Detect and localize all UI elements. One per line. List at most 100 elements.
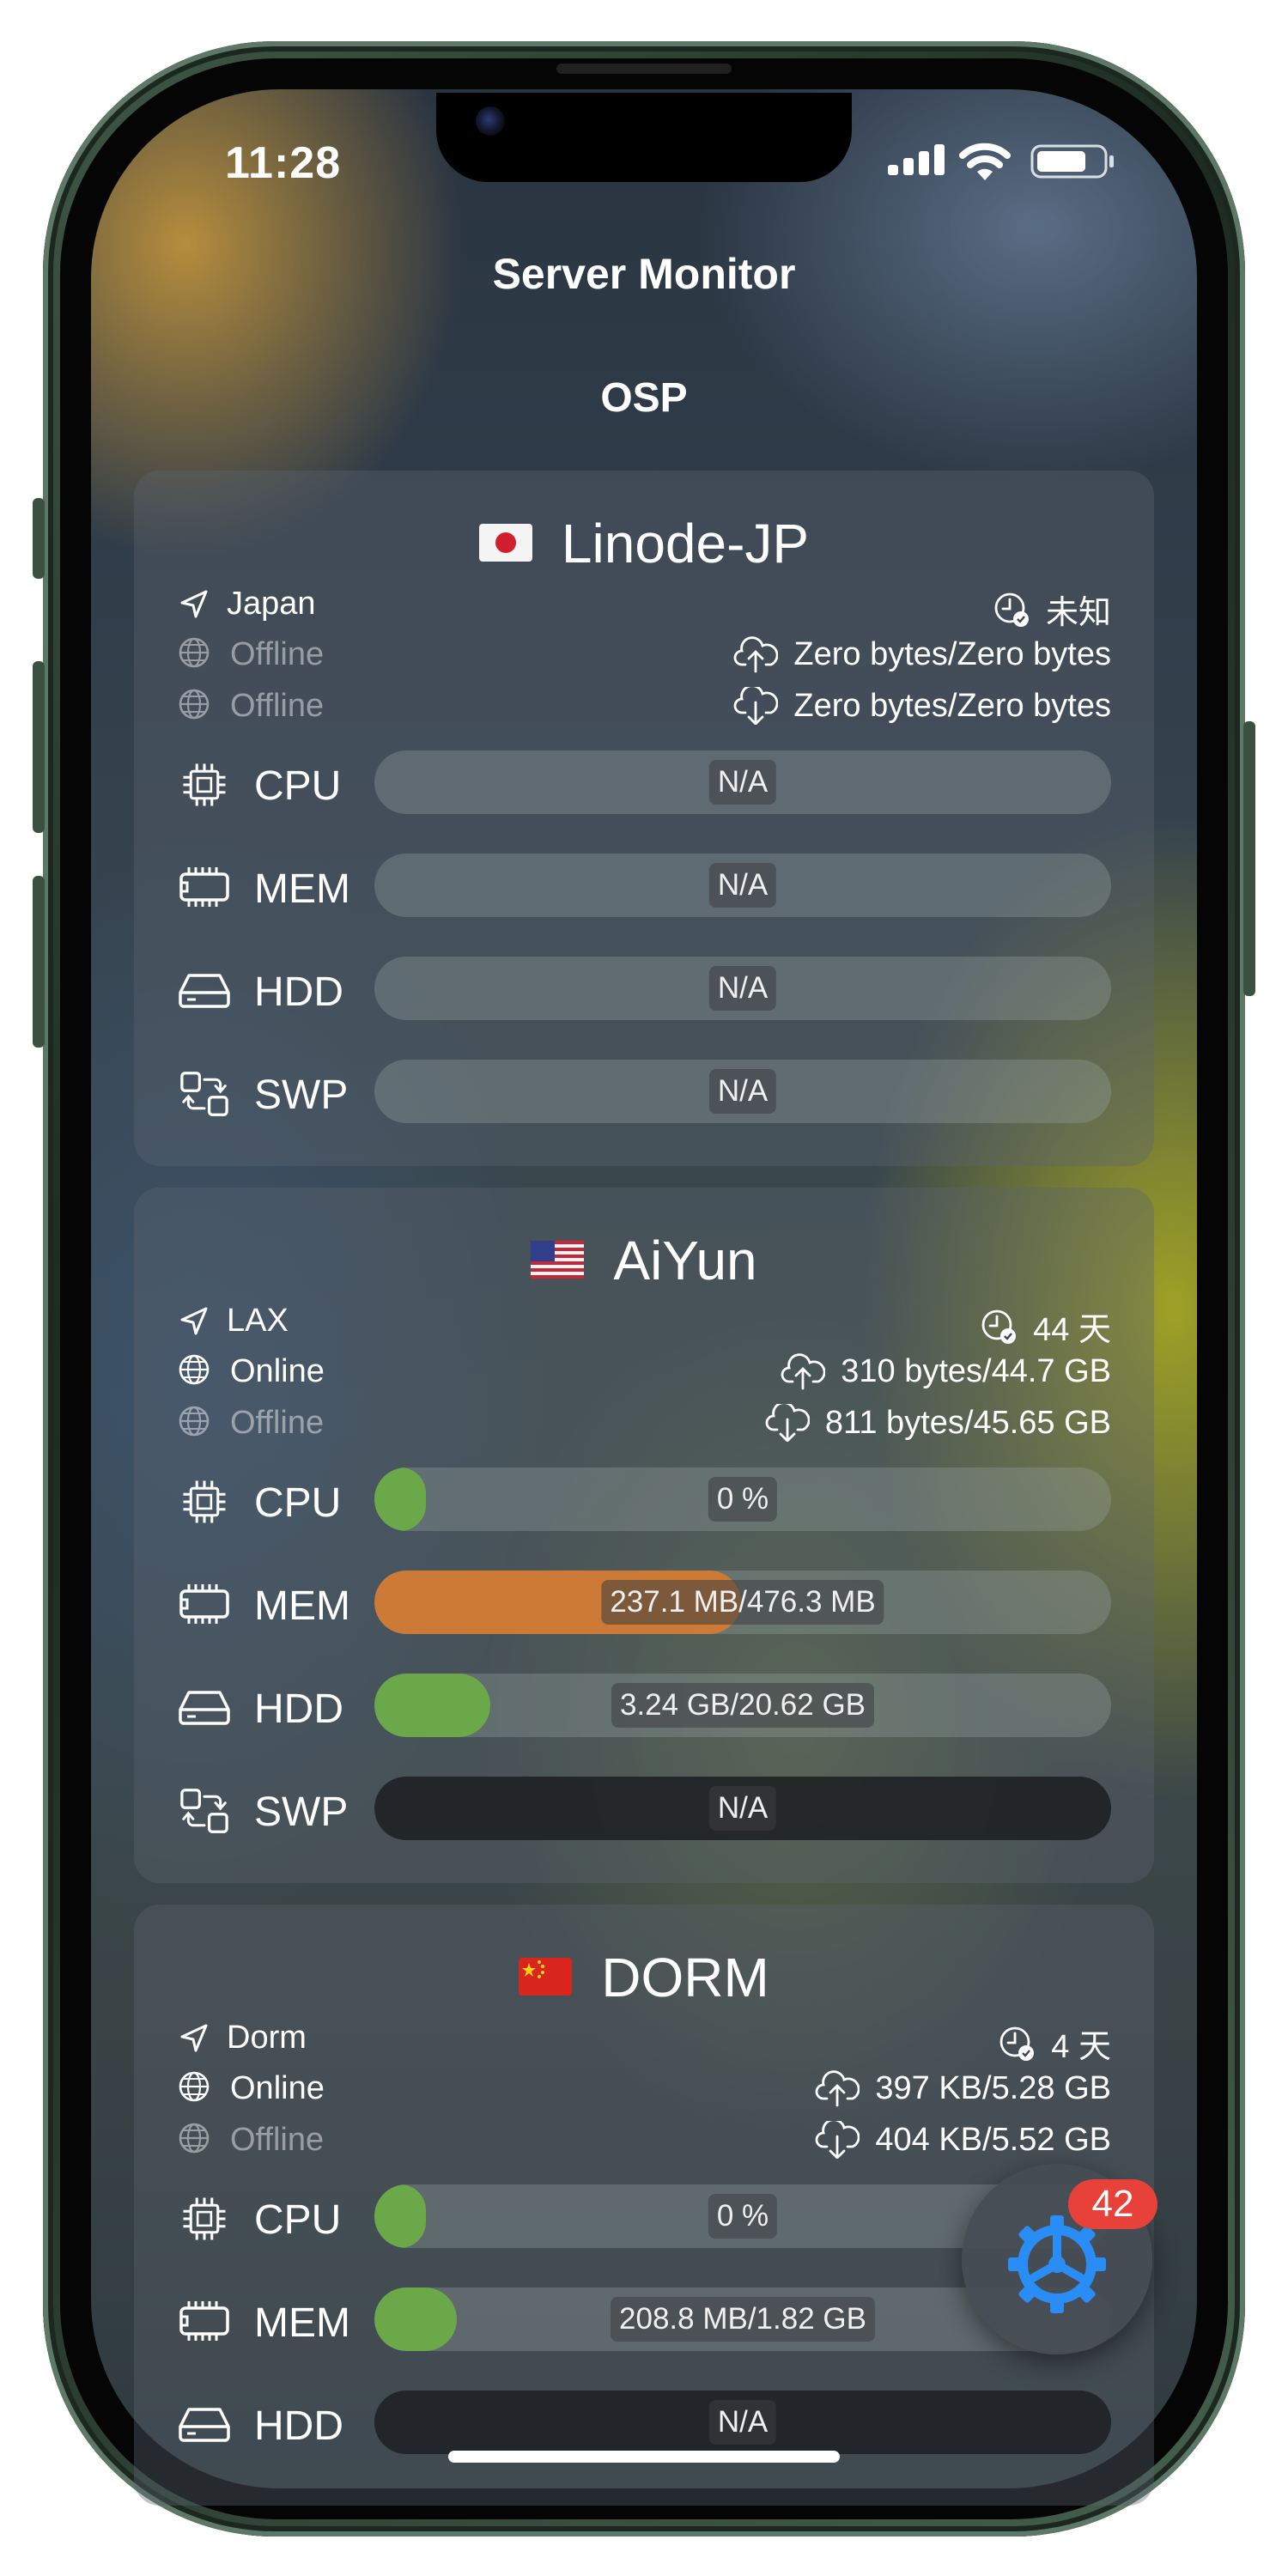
ipv4-globe-icon [177, 2069, 215, 2107]
hdd-value: N/A [708, 2400, 777, 2445]
uptime-text: 44 天 [1033, 1312, 1111, 1348]
swap-icon [177, 1787, 232, 1835]
ipv6-globe-icon [177, 687, 215, 725]
ipv6-row: Offline Zero bytes/Zero bytes [177, 687, 1111, 728]
swp-meter: SWP N/A [177, 1060, 1111, 1125]
swp-label: SWP [254, 1072, 349, 1118]
server-card-aiyun[interactable]: AiYun LAX 44 天 Online 310 bytes/44.7 GB … [134, 1188, 1154, 1883]
traffic-down-text: Zero bytes/Zero bytes [793, 687, 1111, 724]
cpu-value: 0 % [708, 2194, 778, 2239]
traffic-down-text: 811 bytes/45.65 GB [824, 1404, 1111, 1441]
notch [436, 93, 852, 182]
ipv6-status: Offline [230, 2121, 325, 2158]
cpu-label: CPU [254, 763, 342, 809]
disk-icon [177, 2401, 232, 2449]
upload-cloud-icon [781, 1352, 825, 1390]
server-name: AiYun [613, 1230, 757, 1291]
mem-meter: MEM 237.1 MB/476.3 MB [177, 1571, 1111, 1636]
speaker-grille [556, 64, 732, 74]
hdd-meter: HDD N/A [177, 957, 1111, 1022]
download-cloud-icon [733, 687, 778, 725]
mem-label: MEM [254, 2300, 350, 2346]
wifi-icon [959, 143, 1011, 180]
memory-icon [177, 1581, 232, 1629]
location-arrow-icon [177, 1304, 211, 1339]
mem-value: 237.1 MB/476.3 MB [601, 1580, 884, 1625]
hdd-label: HDD [254, 2403, 343, 2449]
ipv4-globe-icon [177, 635, 215, 673]
server-title: AiYun [134, 1229, 1154, 1292]
location-row: LAX 44 天 [177, 1303, 1111, 1348]
traffic-up-text: 310 bytes/44.7 GB [841, 1352, 1111, 1389]
cellular-signal-icon [888, 144, 945, 175]
upload-cloud-icon [733, 635, 778, 673]
disk-icon [177, 967, 232, 1015]
cpu-bar: 0 % [374, 1467, 1111, 1531]
uptime-clock-icon [998, 2025, 1036, 2063]
app-title: Server Monitor [492, 250, 796, 298]
ipv6-globe-icon [177, 2121, 215, 2159]
ipv4-status: Online [230, 2069, 325, 2106]
usa-flag-icon [531, 1241, 585, 1279]
traffic-up-text: 397 KB/5.28 GB [875, 2069, 1111, 2106]
ipv4-status: Online [230, 1352, 325, 1389]
battery-icon [1030, 144, 1114, 179]
server-title: DORM [134, 1946, 1154, 2009]
traffic-up-text: Zero bytes/Zero bytes [793, 635, 1111, 672]
mem-value: 208.8 MB/1.82 GB [611, 2297, 875, 2342]
hdd-label: HDD [254, 1686, 343, 1732]
home-indicator[interactable] [448, 2451, 840, 2463]
cpu-meter: CPU 0 % [177, 1467, 1111, 1533]
location-text: Japan [227, 586, 316, 622]
hdd-meter: HDD 3.24 GB/20.62 GB [177, 1674, 1111, 1739]
uptime-text: 4 天 [1051, 2029, 1111, 2065]
swap-icon [177, 1070, 232, 1118]
download-cloud-icon [815, 2121, 860, 2159]
status-time: 11:28 [225, 138, 342, 188]
notification-badge: 42 [1068, 2179, 1157, 2229]
server-name: DORM [601, 1947, 769, 2008]
volume-down-button [33, 876, 45, 1048]
power-button [1243, 721, 1255, 996]
hdd-value: N/A [708, 966, 777, 1011]
cpu-icon [177, 761, 232, 809]
hdd-bar: 3.24 GB/20.62 GB [374, 1674, 1111, 1737]
swp-meter: SWP N/A [177, 1777, 1111, 1842]
hdd-value: 3.24 GB/20.62 GB [611, 1683, 875, 1728]
upload-cloud-icon [815, 2069, 860, 2107]
location-row: Dorm 4 天 [177, 2020, 1111, 2065]
cpu-bar-fill [374, 1467, 427, 1531]
server-card-linode-jp[interactable]: Linode-JP Japan 未知 Offline Zero bytes/Ze… [134, 471, 1154, 1166]
hdd-bar: N/A [374, 2391, 1111, 2454]
uptime-text: 未知 [1045, 595, 1111, 631]
mem-label: MEM [254, 1583, 350, 1629]
ipv4-status: Offline [230, 635, 325, 672]
uptime-clock-icon [980, 1308, 1018, 1346]
location-arrow-icon [177, 587, 211, 622]
japan-flag-icon [478, 524, 532, 562]
cpu-label: CPU [254, 1480, 342, 1526]
ipv6-row: Offline 811 bytes/45.65 GB [177, 1404, 1111, 1445]
swp-value: N/A [708, 1786, 777, 1831]
mem-meter: MEM N/A [177, 854, 1111, 919]
swp-bar: N/A [374, 1060, 1111, 1123]
hdd-bar-fill [374, 1674, 490, 1737]
ipv6-status: Offline [230, 687, 325, 724]
hdd-meter: HDD N/A [177, 2391, 1111, 2456]
server-name: Linode-JP [561, 513, 810, 574]
cpu-bar-fill [374, 2184, 427, 2248]
mem-bar: 237.1 MB/476.3 MB [374, 1571, 1111, 1634]
ipv6-globe-icon [177, 1404, 215, 1442]
ipv4-globe-icon [177, 1352, 215, 1390]
uptime-clock-icon [993, 591, 1030, 629]
swp-bar: N/A [374, 1777, 1111, 1840]
location-text: LAX [227, 1303, 289, 1339]
server-title: Linode-JP [134, 512, 1154, 575]
hdd-label: HDD [254, 969, 343, 1015]
mem-bar-fill [374, 2287, 458, 2351]
location-arrow-icon [177, 2021, 211, 2056]
location-text: Dorm [227, 2020, 307, 2056]
disk-icon [177, 1684, 232, 1732]
mem-bar: N/A [374, 854, 1111, 917]
cpu-value: N/A [708, 760, 777, 805]
